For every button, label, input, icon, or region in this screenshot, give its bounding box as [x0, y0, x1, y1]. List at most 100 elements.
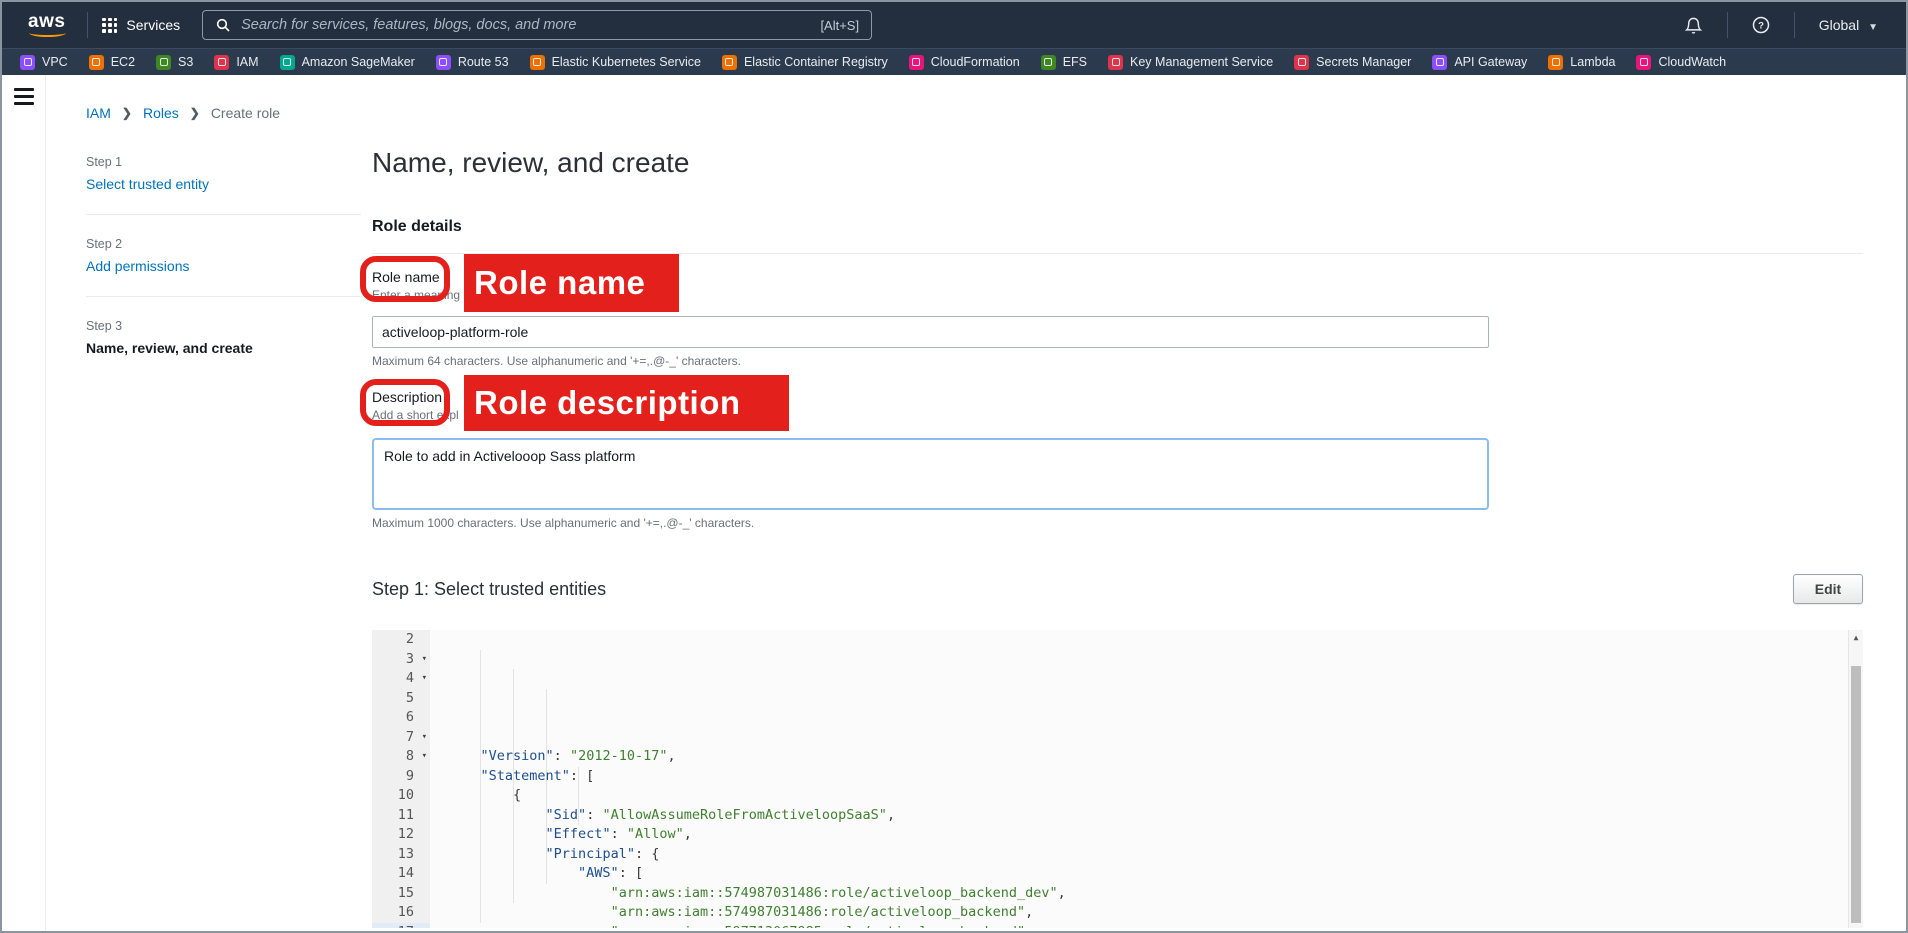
code-text: :: [586, 807, 602, 823]
favorite-service-label: Elastic Container Registry: [744, 55, 888, 69]
top-navigation-bar: aws Services [Alt+S] ? Global ▼: [2, 2, 1906, 48]
code-text: [448, 826, 546, 842]
editor-code-area[interactable]: "Version": "2012-10-17", "Statement": [ …: [430, 630, 1863, 928]
gutter-line-number: 2: [372, 630, 430, 650]
sidebar-item-name-review-and-create: Name, review, and create: [86, 340, 372, 356]
code-text: [448, 904, 611, 920]
description-textarea[interactable]: Role to add in Activelooop Sass platform: [372, 438, 1489, 510]
scrollbar-thumb[interactable]: [1851, 666, 1861, 923]
favorite-service-api-gateway[interactable]: API Gateway: [1432, 55, 1527, 70]
favorite-service-s3[interactable]: S3: [156, 55, 193, 70]
edit-button[interactable]: Edit: [1793, 574, 1863, 604]
code-line: "arn:aws:iam::574987031486:role/activelo…: [448, 884, 1863, 904]
favorite-service-ec2[interactable]: EC2: [89, 55, 135, 70]
main-panel: Name, review, and create Role details Ro…: [372, 121, 1906, 928]
role-name-input[interactable]: [372, 316, 1489, 348]
fold-caret-icon[interactable]: ▾: [422, 650, 427, 670]
favorite-service-label: Lambda: [1570, 55, 1615, 69]
favorite-service-cloudwatch[interactable]: CloudWatch: [1636, 55, 1726, 70]
steps-sidebar: Step 1Select trusted entityStep 2Add per…: [46, 121, 372, 928]
content-area: IAM❯Roles❯Create role Step 1Select trust…: [2, 75, 1906, 931]
fold-caret-icon[interactable]: ▾: [422, 669, 427, 689]
favorite-service-label: CloudWatch: [1658, 55, 1726, 69]
region-selector[interactable]: Global ▼: [1809, 17, 1888, 33]
notifications-bell-button[interactable]: [1675, 16, 1713, 35]
code-json-key: "Principal": [546, 846, 635, 862]
scrollbar-up-arrow-icon[interactable]: ▲: [1849, 630, 1863, 646]
api-gateway-icon: [1432, 55, 1447, 70]
menu-button[interactable]: [14, 88, 34, 105]
favorite-service-key-management-service[interactable]: Key Management Service: [1108, 55, 1273, 70]
amazon-sagemaker-icon: [280, 55, 295, 70]
bell-icon: [1684, 16, 1703, 35]
favorite-service-secrets-manager[interactable]: Secrets Manager: [1294, 55, 1411, 70]
code-text: [448, 748, 481, 764]
favorite-service-cloudformation[interactable]: CloudFormation: [909, 55, 1020, 70]
gutter-line-number: 8▾: [372, 747, 430, 767]
gutter-line-number: 7▾: [372, 728, 430, 748]
sidebar-item-select-trusted-entity[interactable]: Select trusted entity: [86, 176, 372, 192]
step-number-label: Step 2: [86, 237, 372, 251]
line-number-text: 10: [398, 787, 414, 803]
side-rail: [2, 75, 46, 931]
favorite-service-amazon-sagemaker[interactable]: Amazon SageMaker: [280, 55, 415, 70]
region-label: Global: [1819, 17, 1859, 33]
editor-scrollbar[interactable]: ▲: [1848, 630, 1863, 928]
gutter-line-number: 17: [372, 923, 430, 929]
code-line: "Version": "2012-10-17",: [448, 747, 1863, 767]
elastic-container-registry-icon: [722, 55, 737, 70]
breadcrumb-item-iam[interactable]: IAM: [86, 105, 111, 121]
code-text: ,: [887, 807, 895, 823]
code-json-string: "arn:aws:iam::574987031486:role/activelo…: [611, 885, 1058, 901]
line-number-text: 15: [398, 885, 414, 901]
role-name-annotation-callout: Role name: [464, 254, 679, 312]
code-json-string: "Allow": [627, 826, 684, 842]
services-label: Services: [126, 17, 180, 33]
aws-logo-smile-icon: [29, 29, 66, 37]
fold-caret-icon[interactable]: ▾: [422, 728, 427, 748]
step-divider: [86, 296, 361, 297]
code-json-key: "Effect": [546, 826, 611, 842]
code-text: :: [554, 748, 570, 764]
code-json-key: "Sid": [546, 807, 587, 823]
favorite-service-vpc[interactable]: VPC: [20, 55, 68, 70]
favorite-service-label: Key Management Service: [1130, 55, 1273, 69]
sidebar-item-add-permissions[interactable]: Add permissions: [86, 258, 372, 274]
s3-icon: [156, 55, 171, 70]
gutter-line-number: 9: [372, 767, 430, 787]
code-text: : [: [619, 865, 643, 881]
favorite-service-elastic-container-registry[interactable]: Elastic Container Registry: [722, 55, 888, 70]
fold-caret-icon[interactable]: ▾: [422, 747, 427, 767]
code-text: [448, 846, 546, 862]
breadcrumb-item-roles[interactable]: Roles: [143, 105, 179, 121]
nav-right-controls: ? Global ▼: [1675, 12, 1888, 38]
global-search[interactable]: [Alt+S]: [202, 10, 872, 40]
code-text: ,: [1025, 904, 1033, 920]
global-search-input[interactable]: [241, 17, 810, 33]
gutter-line-number: 10: [372, 786, 430, 806]
line-number-text: 2: [406, 631, 414, 647]
description-annotation-callout: Role description: [464, 375, 789, 431]
code-line: "Statement": [: [448, 767, 1863, 787]
code-text: : {: [635, 846, 659, 862]
trust-policy-code-editor[interactable]: 23▾4▾567▾8▾91011121314151617 "Version": …: [372, 630, 1863, 928]
code-json-key: "Statement": [481, 768, 570, 784]
svg-text:?: ?: [1758, 21, 1764, 32]
editor-line-number-gutter: 23▾4▾567▾8▾91011121314151617: [372, 630, 430, 928]
aws-logo[interactable]: aws: [20, 9, 73, 41]
code-text: ,: [667, 748, 675, 764]
vpc-icon: [20, 55, 35, 70]
favorite-service-lambda[interactable]: Lambda: [1548, 55, 1615, 70]
code-text: [448, 768, 481, 784]
favorite-service-elastic-kubernetes-service[interactable]: Elastic Kubernetes Service: [530, 55, 701, 70]
favorite-service-label: IAM: [236, 55, 258, 69]
code-line: "Effect": "Allow",: [448, 825, 1863, 845]
favorite-service-efs[interactable]: EFS: [1041, 55, 1087, 70]
help-button[interactable]: ?: [1742, 15, 1780, 35]
favorite-service-iam[interactable]: IAM: [214, 55, 258, 70]
line-number-text: 11: [398, 807, 414, 823]
description-constraint-text: Maximum 1000 characters. Use alphanumeri…: [372, 516, 1863, 530]
services-menu-button[interactable]: Services: [102, 17, 180, 33]
favorite-service-route-53[interactable]: Route 53: [436, 55, 509, 70]
gutter-line-number: 15: [372, 884, 430, 904]
